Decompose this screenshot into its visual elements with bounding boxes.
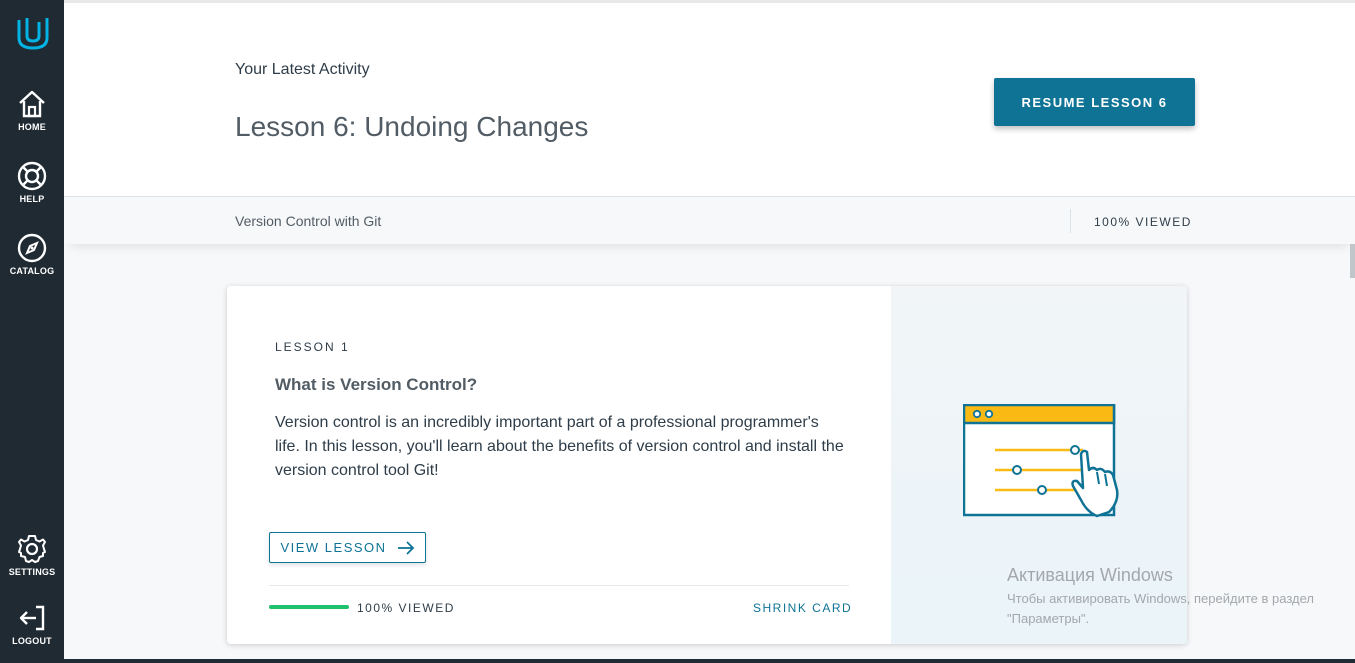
page-title: Lesson 6: Undoing Changes xyxy=(235,111,589,142)
progress-bar xyxy=(269,605,349,609)
nav-help[interactable]: HELP xyxy=(0,160,64,204)
lesson-title: What is Version Control? xyxy=(275,375,478,394)
shrink-card-link[interactable]: SHRINK CARD xyxy=(753,601,852,615)
nav-home-label: HOME xyxy=(18,122,46,132)
nav-home[interactable]: HOME xyxy=(0,88,64,132)
compass-icon xyxy=(17,233,47,263)
divider xyxy=(1070,209,1071,233)
view-lesson-label: VIEW LESSON xyxy=(280,540,387,555)
course-viewed-status: 100% VIEWED xyxy=(1094,215,1192,229)
lesson-description: Version control is an incredibly importa… xyxy=(275,414,844,479)
windows-activation-title: Активация Windows xyxy=(1007,565,1173,585)
progress-bar-fill xyxy=(269,605,349,609)
nav-catalog-label: CATALOG xyxy=(9,266,55,276)
divider xyxy=(269,585,849,586)
logout-icon xyxy=(19,605,45,631)
gear-icon xyxy=(18,535,46,563)
browser-slider-illustration xyxy=(963,404,1119,518)
nav-logout[interactable]: LOGOUT xyxy=(0,602,64,646)
nav-settings[interactable]: SETTINGS xyxy=(0,533,64,577)
home-icon xyxy=(19,90,45,118)
course-subbar: Version Control with Git 100% VIEWED xyxy=(64,196,1355,244)
latest-activity-header: Your Latest Activity Lesson 6: Undoing C… xyxy=(64,0,1355,196)
windows-activation-text: Чтобы активировать Windows, перейдите в … xyxy=(1007,591,1314,626)
course-name[interactable]: Version Control with Git xyxy=(235,213,381,229)
scrollbar-thumb[interactable] xyxy=(1350,244,1355,278)
view-lesson-button[interactable]: VIEW LESSON xyxy=(269,532,426,563)
nav-settings-label: SETTINGS xyxy=(8,567,56,577)
taskbar-edge xyxy=(64,659,1355,663)
udacity-logo[interactable] xyxy=(16,14,50,52)
nav-catalog[interactable]: CATALOG xyxy=(0,232,64,276)
lesson-viewed-status: 100% VIEWED xyxy=(357,601,455,615)
latest-activity-label: Your Latest Activity xyxy=(235,61,370,78)
sidebar: HOME HELP CATALOG SETTINGS LOGOUT xyxy=(0,0,64,663)
nav-logout-label: LOGOUT xyxy=(12,636,52,646)
nav-help-label: HELP xyxy=(19,194,45,204)
lifebuoy-icon xyxy=(17,161,47,191)
resume-lesson-button[interactable]: RESUME LESSON 6 xyxy=(994,78,1195,126)
lesson-number: LESSON 1 xyxy=(275,340,350,354)
arrow-right-icon xyxy=(397,540,414,555)
